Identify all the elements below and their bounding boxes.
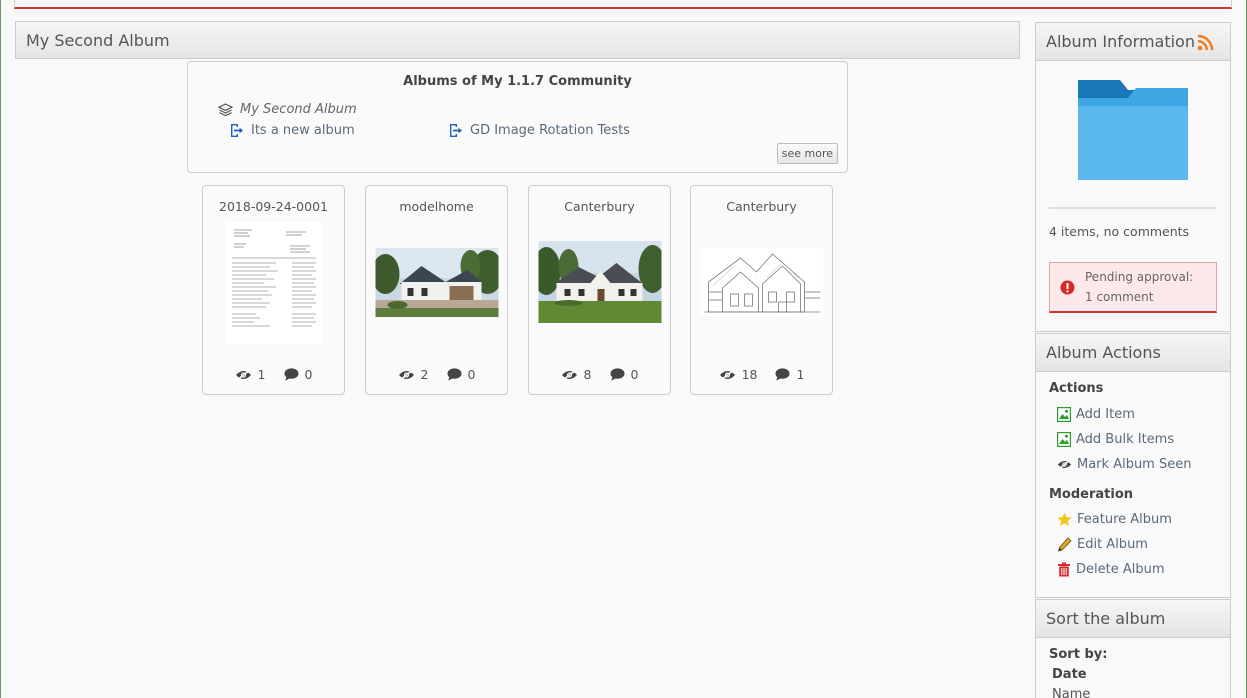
feature-album-link[interactable]: Feature Album: [1057, 512, 1172, 527]
rss-icon[interactable]: [1197, 34, 1214, 51]
album-information-panel: Album Information 4 items, no comments P…: [1035, 22, 1231, 332]
album-enter-icon: [450, 124, 462, 137]
item-title[interactable]: modelhome: [366, 199, 507, 214]
actions-group-label: Actions: [1049, 381, 1104, 396]
sort-by-label: Sort by:: [1049, 647, 1108, 662]
delete-album-link[interactable]: Delete Album: [1057, 562, 1165, 577]
album-link-label[interactable]: GD Image Rotation Tests: [470, 123, 630, 138]
views-count: 8: [583, 367, 592, 382]
trash-icon: [1058, 562, 1070, 577]
comment-icon: [610, 368, 624, 381]
views-count: 2: [420, 367, 429, 382]
sort-album-panel: Sort the album Sort by: Date Name: [1035, 599, 1231, 698]
add-item-label[interactable]: Add Item: [1076, 407, 1135, 422]
moderation-group-label: Moderation: [1049, 487, 1134, 502]
album-information-title: Album Information: [1046, 32, 1195, 51]
mark-album-seen-label[interactable]: Mark Album Seen: [1077, 457, 1191, 472]
album-summary: 4 items, no comments: [1049, 224, 1190, 239]
album-actions-panel: Album Actions Actions Add Item Add Bulk …: [1035, 333, 1231, 598]
house-drawing-thumbnail[interactable]: [700, 248, 823, 316]
eye-icon: [1057, 459, 1072, 470]
comment-icon: [775, 368, 790, 381]
pencil-icon: [1057, 537, 1072, 552]
album-link-label[interactable]: Its a new album: [251, 123, 355, 138]
album-actions-title: Album Actions: [1046, 343, 1161, 362]
eye-icon: [235, 368, 251, 381]
views-count: 1: [257, 367, 266, 382]
album-information-header: Album Information: [1036, 23, 1230, 61]
top-alert-strip: [14, 0, 1232, 9]
album-link-new-album[interactable]: Its a new album: [229, 123, 355, 138]
document-thumbnail[interactable]: [225, 222, 322, 344]
add-image-icon: [1057, 432, 1071, 447]
album-title-header: My Second Album: [15, 21, 1020, 59]
folder-icon: [1078, 80, 1188, 180]
item-stats: 2 0: [366, 367, 507, 382]
sort-album-title: Sort the album: [1046, 609, 1166, 628]
mark-album-seen-link[interactable]: Mark Album Seen: [1057, 457, 1191, 472]
comments-count: 0: [304, 367, 313, 382]
eye-icon: [561, 368, 577, 381]
album-item-card[interactable]: 2018-09-24-0001 1 0: [202, 185, 345, 395]
item-title[interactable]: 2018-09-24-0001: [203, 199, 344, 214]
add-image-icon: [1057, 407, 1071, 422]
item-title[interactable]: Canterbury: [691, 199, 832, 214]
add-bulk-items-label[interactable]: Add Bulk Items: [1076, 432, 1174, 447]
item-stats: 1 0: [203, 367, 344, 382]
comment-icon: [284, 368, 298, 381]
album-item-card[interactable]: Canterbury 18 1: [690, 185, 833, 395]
comments-count: 1: [796, 367, 805, 382]
eye-icon: [398, 368, 414, 381]
albums-box-title: Albums of My 1.1.7 Community: [403, 74, 632, 89]
edit-album-label[interactable]: Edit Album: [1077, 537, 1148, 552]
eye-icon: [719, 368, 735, 381]
current-album: My Second Album: [218, 102, 357, 117]
pending-line2: 1 comment: [1085, 290, 1154, 304]
sort-option-date[interactable]: Date: [1052, 667, 1087, 682]
pending-line1: Pending approval:: [1085, 270, 1194, 284]
sort-album-header: Sort the album: [1036, 600, 1230, 638]
delete-album-label[interactable]: Delete Album: [1076, 562, 1165, 577]
albums-navigation-box: Albums of My 1.1.7 Community My Second A…: [187, 61, 848, 173]
album-enter-icon: [231, 124, 243, 137]
album-link-gd-rotation[interactable]: GD Image Rotation Tests: [448, 123, 630, 138]
sort-option-name[interactable]: Name: [1052, 687, 1090, 698]
house-photo-thumbnail[interactable]: [538, 241, 661, 323]
alert-icon: [1060, 280, 1075, 295]
item-title[interactable]: Canterbury: [529, 199, 670, 214]
star-icon: [1057, 512, 1072, 526]
album-actions-header: Album Actions: [1036, 334, 1230, 372]
see-more-button[interactable]: see more: [776, 143, 838, 164]
current-album-label: My Second Album: [240, 102, 357, 117]
info-divider: [1049, 207, 1217, 209]
add-item-link[interactable]: Add Item: [1057, 407, 1135, 422]
comments-count: 0: [467, 367, 476, 382]
comment-icon: [447, 368, 461, 381]
layers-icon: [218, 102, 233, 116]
views-count: 18: [741, 367, 758, 382]
album-item-card[interactable]: modelhome 2 0: [365, 185, 508, 395]
album-item-card[interactable]: Canterbury 8 0: [528, 185, 671, 395]
pending-approval-alert[interactable]: Pending approval: 1 comment: [1049, 262, 1217, 313]
item-stats: 8 0: [529, 367, 670, 382]
add-bulk-items-link[interactable]: Add Bulk Items: [1057, 432, 1174, 447]
edit-album-link[interactable]: Edit Album: [1057, 537, 1148, 552]
feature-album-label[interactable]: Feature Album: [1077, 512, 1172, 527]
house-photo-thumbnail[interactable]: [375, 248, 498, 317]
item-stats: 18 1: [691, 367, 832, 382]
comments-count: 0: [630, 367, 639, 382]
page-title: My Second Album: [26, 31, 170, 50]
